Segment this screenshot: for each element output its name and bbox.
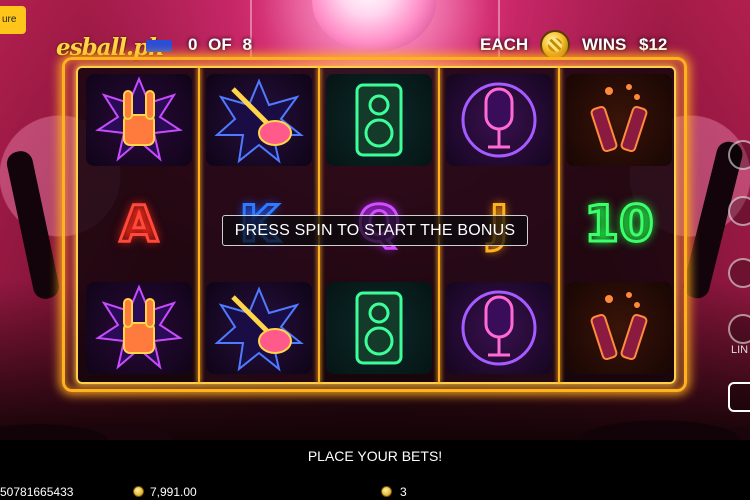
reel-cell — [560, 68, 678, 172]
symbol-letter: 10 — [583, 195, 656, 253]
bonus-message: PRESS SPIN TO START THE BONUS — [222, 215, 528, 246]
crowd-arm — [4, 148, 62, 302]
reel-cell — [440, 276, 558, 380]
beer-bottles-icon — [590, 292, 648, 361]
reel-5: 10 — [560, 68, 678, 382]
electric-guitar-icon — [214, 286, 304, 372]
reel-1: A — [80, 68, 198, 382]
microphone-icon — [461, 82, 537, 158]
lines-label: LIN — [731, 344, 749, 356]
speaker-icon — [355, 83, 403, 157]
reel-cell — [80, 276, 198, 380]
reel-cell — [440, 68, 558, 172]
speaker-icon — [355, 291, 403, 365]
reel-cell — [200, 276, 318, 380]
side-menu-button[interactable] — [728, 258, 750, 288]
balance-value: 7,991.00 — [150, 485, 197, 499]
reel-cell — [80, 68, 198, 172]
side-menu-button[interactable] — [728, 314, 750, 344]
gold-coin-icon — [540, 30, 570, 60]
reel-divider — [558, 68, 560, 382]
beer-bottles-icon — [590, 84, 648, 153]
brand-badge — [146, 40, 172, 52]
disco-ball — [312, 0, 436, 52]
symbol-letter: A — [118, 195, 160, 253]
wins-value: $12 — [639, 35, 668, 54]
reel-cell — [560, 276, 678, 380]
side-menu-button[interactable] — [728, 196, 750, 226]
rock-hand-icon — [95, 76, 183, 162]
bet-coin-icon — [381, 486, 392, 497]
footer-bar: 50781665433 7,991.00 3 — [0, 472, 750, 500]
each-label: EACH — [480, 35, 529, 54]
electric-guitar-icon — [214, 78, 304, 164]
autoplay-icon[interactable] — [728, 382, 750, 412]
rock-hand-icon — [95, 284, 183, 370]
microphone-icon — [461, 290, 537, 366]
reel-divider — [198, 68, 200, 382]
balance-coin-icon — [133, 486, 144, 497]
reel-cell — [200, 68, 318, 172]
bonus-spin-counter: 0 OF 8 — [188, 35, 252, 54]
feature-tab[interactable]: ure — [0, 6, 26, 34]
reel-cell: A — [80, 172, 198, 276]
reel-cell — [320, 276, 438, 380]
session-id: 50781665433 — [0, 485, 74, 499]
wins-label: WINS — [582, 35, 627, 54]
reel-cell — [320, 68, 438, 172]
side-menu-button[interactable] — [728, 140, 750, 170]
status-bar: PLACE YOUR BETS! — [0, 440, 750, 472]
bet-value: 3 — [400, 485, 407, 499]
status-message: PLACE YOUR BETS! — [307, 448, 443, 464]
reel-cell: 10 — [560, 172, 678, 276]
